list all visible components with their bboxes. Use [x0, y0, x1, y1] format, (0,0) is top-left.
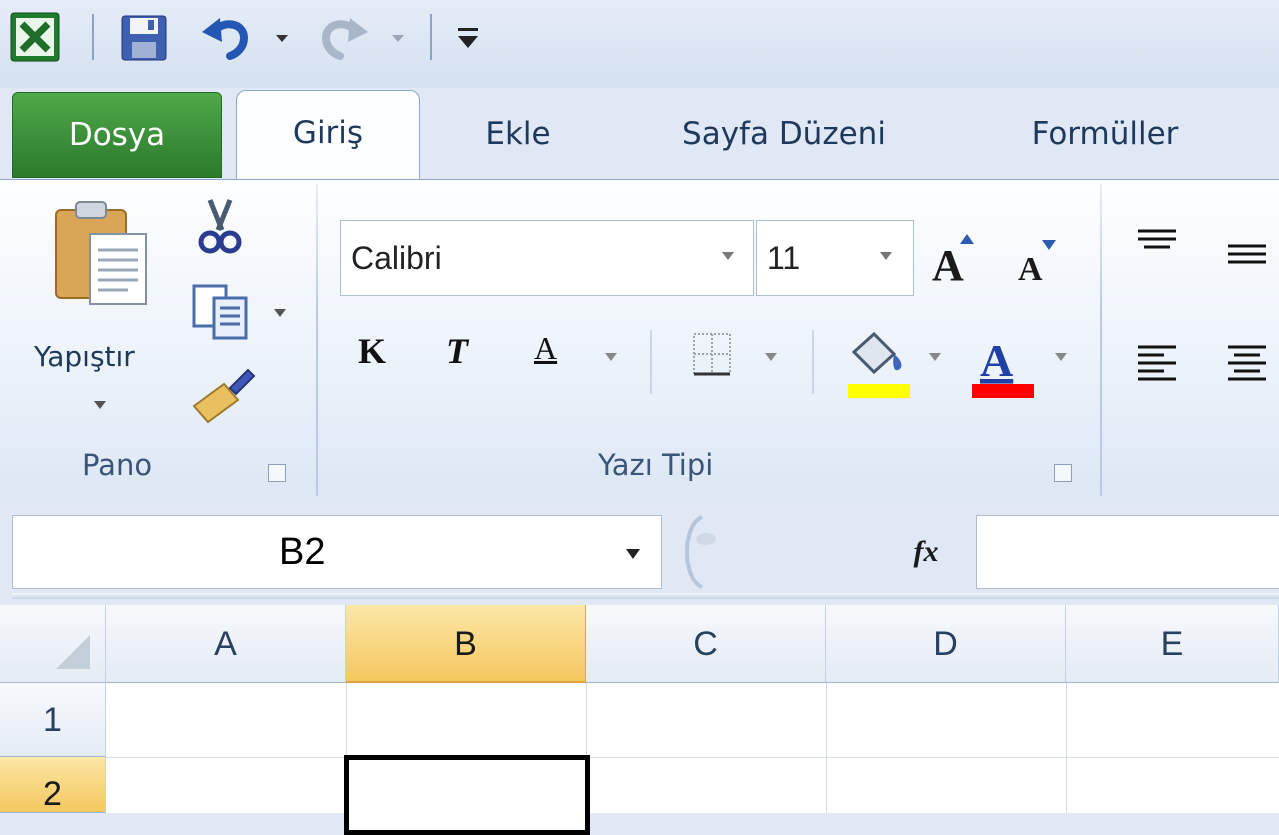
save-icon[interactable] — [120, 14, 168, 62]
toolbar-separator — [812, 330, 814, 394]
tab-insert[interactable]: Ekle — [448, 92, 588, 176]
undo-icon[interactable] — [200, 14, 252, 60]
copy-icon[interactable] — [192, 284, 252, 340]
font-launcher-icon[interactable] — [1054, 464, 1072, 482]
align-center-icon[interactable] — [1226, 344, 1268, 384]
name-box[interactable]: B2 — [12, 515, 662, 589]
align-middle-icon[interactable] — [1226, 240, 1268, 272]
group-label-font: Yazı Tipi — [598, 448, 714, 482]
column-header-d[interactable]: D — [826, 605, 1066, 683]
insert-function-button[interactable]: fx — [896, 521, 956, 583]
format-painter-icon[interactable] — [190, 366, 256, 426]
font-name-dropdown-icon[interactable] — [721, 251, 735, 261]
toolbar-separator — [650, 330, 652, 394]
name-box-value: B2 — [279, 531, 326, 573]
ribbon-tabs: Dosya Giriş Ekle Sayfa Düzeni Formüller — [0, 88, 1279, 181]
column-header-b[interactable]: B — [346, 605, 586, 683]
borders-icon[interactable] — [690, 330, 734, 380]
undo-dropdown-icon[interactable] — [274, 30, 290, 46]
font-name-combobox[interactable]: Calibri — [340, 220, 754, 296]
copy-dropdown-icon[interactable] — [272, 304, 288, 317]
toolbar-separator — [92, 14, 94, 60]
redo-dropdown-icon[interactable] — [390, 30, 406, 46]
clipboard-launcher-icon[interactable] — [268, 464, 286, 482]
font-size-dropdown-icon[interactable] — [879, 251, 893, 261]
svg-text:A: A — [932, 241, 964, 284]
underline-button[interactable]: A — [534, 330, 557, 386]
tab-formulas[interactable]: Formüller — [990, 92, 1220, 176]
formula-input[interactable] — [976, 515, 1279, 589]
shrink-font-icon[interactable]: A — [1016, 238, 1058, 288]
font-name-value: Calibri — [351, 240, 442, 276]
excel-icon[interactable] — [10, 12, 60, 62]
borders-dropdown-icon[interactable] — [764, 352, 778, 362]
grow-font-icon[interactable]: A — [930, 232, 976, 290]
group-label-clipboard: Pano — [82, 448, 153, 482]
tab-home[interactable]: Giriş — [236, 90, 420, 181]
quick-access-toolbar — [0, 0, 1279, 88]
fill-color-dropdown-icon[interactable] — [928, 352, 942, 362]
column-header-e[interactable]: E — [1066, 605, 1279, 683]
formula-bar-handle[interactable] — [672, 515, 732, 589]
row-header-1[interactable]: 1 — [0, 683, 106, 757]
bold-button[interactable]: K — [358, 330, 386, 386]
font-size-value: 11 — [767, 240, 801, 276]
svg-text:A: A — [1018, 251, 1043, 284]
customize-toolbar-icon[interactable] — [454, 26, 482, 50]
active-cell-b2[interactable] — [344, 755, 590, 835]
font-color-icon[interactable]: A — [970, 330, 1036, 400]
italic-button[interactable]: T — [446, 330, 468, 386]
gridline — [826, 683, 827, 813]
font-size-combobox[interactable]: 11 — [756, 220, 914, 296]
paste-dropdown-icon[interactable] — [92, 396, 108, 409]
redo-icon[interactable] — [318, 14, 370, 60]
group-separator — [316, 184, 318, 496]
column-header-c[interactable]: C — [586, 605, 826, 683]
cut-icon[interactable] — [196, 198, 244, 254]
gridline — [106, 757, 1279, 758]
ribbon-home: Yapıştır Pano Calibri 11 A A K T A A Yaz… — [0, 179, 1279, 498]
align-top-icon[interactable] — [1136, 228, 1178, 260]
fill-color-icon[interactable] — [846, 330, 912, 400]
formula-bar: B2 fx — [0, 497, 1279, 607]
worksheet-grid: A B C D E 1 2 — [0, 605, 1279, 835]
select-all-button[interactable] — [0, 605, 106, 683]
formula-bar-splitter[interactable] — [12, 593, 1279, 599]
toolbar-separator — [430, 14, 432, 60]
tab-page-layout[interactable]: Sayfa Düzeni — [634, 92, 934, 176]
tab-file[interactable]: Dosya — [12, 92, 222, 178]
underline-dropdown-icon[interactable] — [604, 352, 618, 362]
column-header-a[interactable]: A — [106, 605, 346, 683]
group-separator — [1100, 184, 1102, 496]
font-color-dropdown-icon[interactable] — [1054, 352, 1068, 362]
svg-text:A: A — [980, 335, 1013, 386]
paste-icon[interactable] — [52, 200, 152, 308]
name-box-dropdown-icon[interactable] — [625, 548, 641, 560]
row-header-2[interactable]: 2 — [0, 757, 106, 813]
align-left-icon[interactable] — [1136, 344, 1178, 384]
paste-button-label[interactable]: Yapıştır — [34, 340, 135, 373]
gridline — [1066, 683, 1067, 813]
